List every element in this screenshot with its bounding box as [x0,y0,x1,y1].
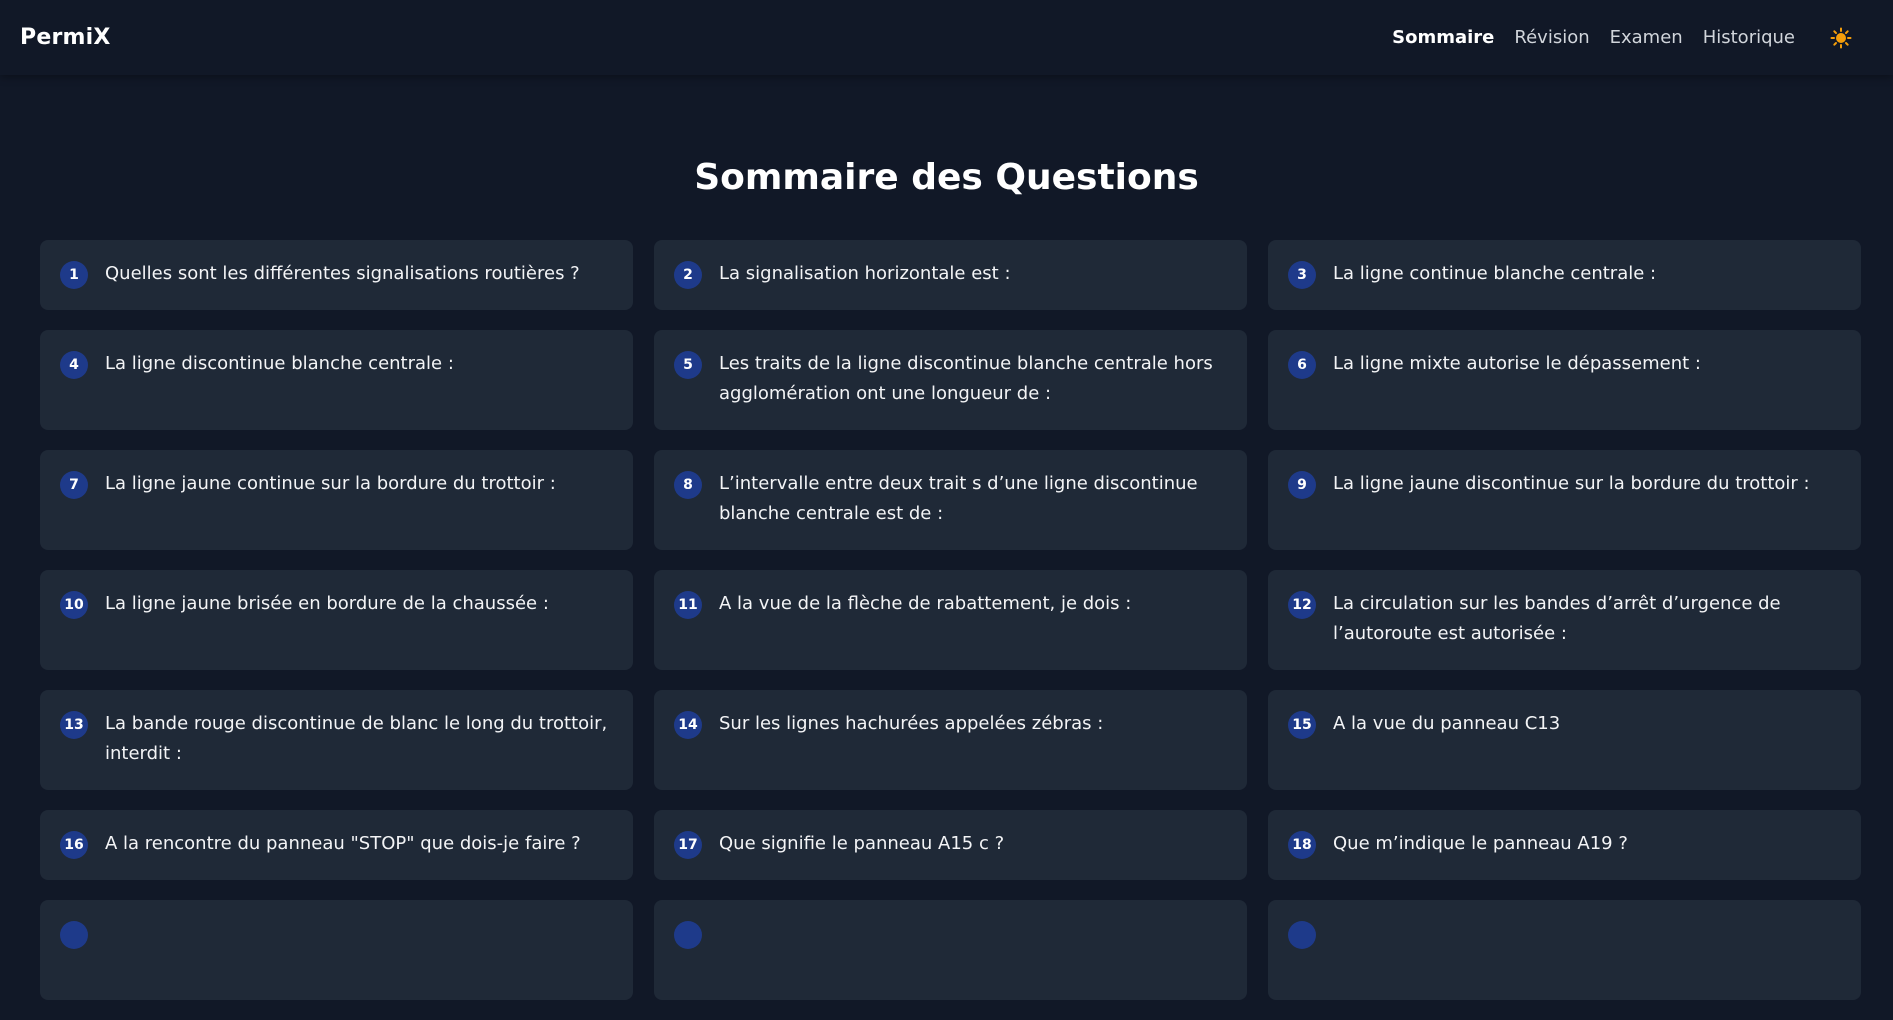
question-text: Sur les lignes hachurées appelées zébras… [719,713,1104,734]
nav-link-historique[interactable]: Historique [1703,27,1795,48]
question-card[interactable]: 6 La ligne mixte autorise le dépassement… [1268,330,1861,430]
question-number-badge: 14 [674,711,702,739]
question-text: Que m’indique le panneau A19 ? [1333,833,1628,854]
brand-logo[interactable]: PermiX [20,25,111,50]
question-text: La signalisation horizontale est : [719,263,1011,284]
question-number-badge [674,921,702,949]
question-card[interactable]: 17 Que signifie le panneau A15 c ? [654,810,1247,880]
question-number-badge: 2 [674,261,702,289]
question-text: La ligne jaune brisée en bordure de la c… [105,593,549,614]
question-text: La bande rouge discontinue de blanc le l… [105,713,608,764]
question-number-badge: 15 [1288,711,1316,739]
question-card[interactable]: 9 La ligne jaune discontinue sur la bord… [1268,450,1861,550]
question-number-badge: 3 [1288,261,1316,289]
question-card[interactable]: 1 Quelles sont les différentes signalisa… [40,240,633,310]
question-card[interactable]: 3 La ligne continue blanche centrale : [1268,240,1861,310]
question-card[interactable]: 15 A la vue du panneau C13 [1268,690,1861,790]
theme-toggle-button[interactable] [1829,26,1853,50]
question-text: L’intervalle entre deux trait s d’une li… [719,473,1198,524]
question-card[interactable] [1268,900,1861,1000]
nav-links: Sommaire Révision Examen Historique [1372,26,1853,50]
question-number-badge: 7 [60,471,88,499]
question-number-badge: 6 [1288,351,1316,379]
question-card[interactable] [654,900,1247,1000]
main-content: Sommaire des Questions 1 Quelles sont le… [0,75,1893,1000]
question-text: La ligne mixte autorise le dépassement : [1333,353,1701,374]
question-card[interactable]: 12 La circulation sur les bandes d’arrêt… [1268,570,1861,670]
question-card[interactable]: 4 La ligne discontinue blanche centrale … [40,330,633,430]
question-text: La ligne discontinue blanche centrale : [105,353,454,374]
question-card[interactable] [40,900,633,1000]
question-number-badge: 5 [674,351,702,379]
question-text: A la vue du panneau C13 [1333,713,1561,734]
question-card[interactable]: 10 La ligne jaune brisée en bordure de l… [40,570,633,670]
question-number-badge: 18 [1288,831,1316,859]
question-number-badge: 11 [674,591,702,619]
top-navbar: PermiX Sommaire Révision Examen Historiq… [0,0,1893,75]
question-number-badge: 17 [674,831,702,859]
question-text: A la rencontre du panneau "STOP" que doi… [105,833,581,854]
question-number-badge: 12 [1288,591,1316,619]
question-text: La ligne continue blanche centrale : [1333,263,1657,284]
question-card[interactable]: 5 Les traits de la ligne discontinue bla… [654,330,1247,430]
nav-link-revision[interactable]: Révision [1514,27,1589,48]
question-text: La ligne jaune discontinue sur la bordur… [1333,473,1810,494]
question-number-badge: 13 [60,711,88,739]
question-card[interactable]: 13 La bande rouge discontinue de blanc l… [40,690,633,790]
question-card[interactable]: 8 L’intervalle entre deux trait s d’une … [654,450,1247,550]
questions-grid: 1 Quelles sont les différentes signalisa… [40,240,1861,1020]
sun-icon [1830,27,1852,48]
question-text: Quelles sont les différentes signalisati… [105,263,580,284]
question-text: La ligne jaune continue sur la bordure d… [105,473,556,494]
question-card[interactable]: 2 La signalisation horizontale est : [654,240,1247,310]
question-number-badge: 8 [674,471,702,499]
question-card[interactable]: 18 Que m’indique le panneau A19 ? [1268,810,1861,880]
question-number-badge: 4 [60,351,88,379]
question-number-badge: 9 [1288,471,1316,499]
question-number-badge [60,921,88,949]
question-card[interactable]: 11 A la vue de la flèche de rabattement,… [654,570,1247,670]
question-number-badge [1288,921,1316,949]
nav-link-sommaire[interactable]: Sommaire [1392,27,1494,48]
question-text: Que signifie le panneau A15 c ? [719,833,1005,854]
question-card[interactable]: 16 A la rencontre du panneau "STOP" que … [40,810,633,880]
nav-link-examen[interactable]: Examen [1610,27,1683,48]
question-number-badge: 10 [60,591,88,619]
question-text: La circulation sur les bandes d’arrêt d’… [1333,593,1781,644]
question-card[interactable]: 7 La ligne jaune continue sur la bordure… [40,450,633,550]
question-number-badge: 1 [60,261,88,289]
question-text: A la vue de la flèche de rabattement, je… [719,593,1132,614]
question-number-badge: 16 [60,831,88,859]
question-text: Les traits de la ligne discontinue blanc… [719,353,1213,404]
question-card[interactable]: 14 Sur les lignes hachurées appelées zéb… [654,690,1247,790]
page-title: Sommaire des Questions [694,157,1199,198]
